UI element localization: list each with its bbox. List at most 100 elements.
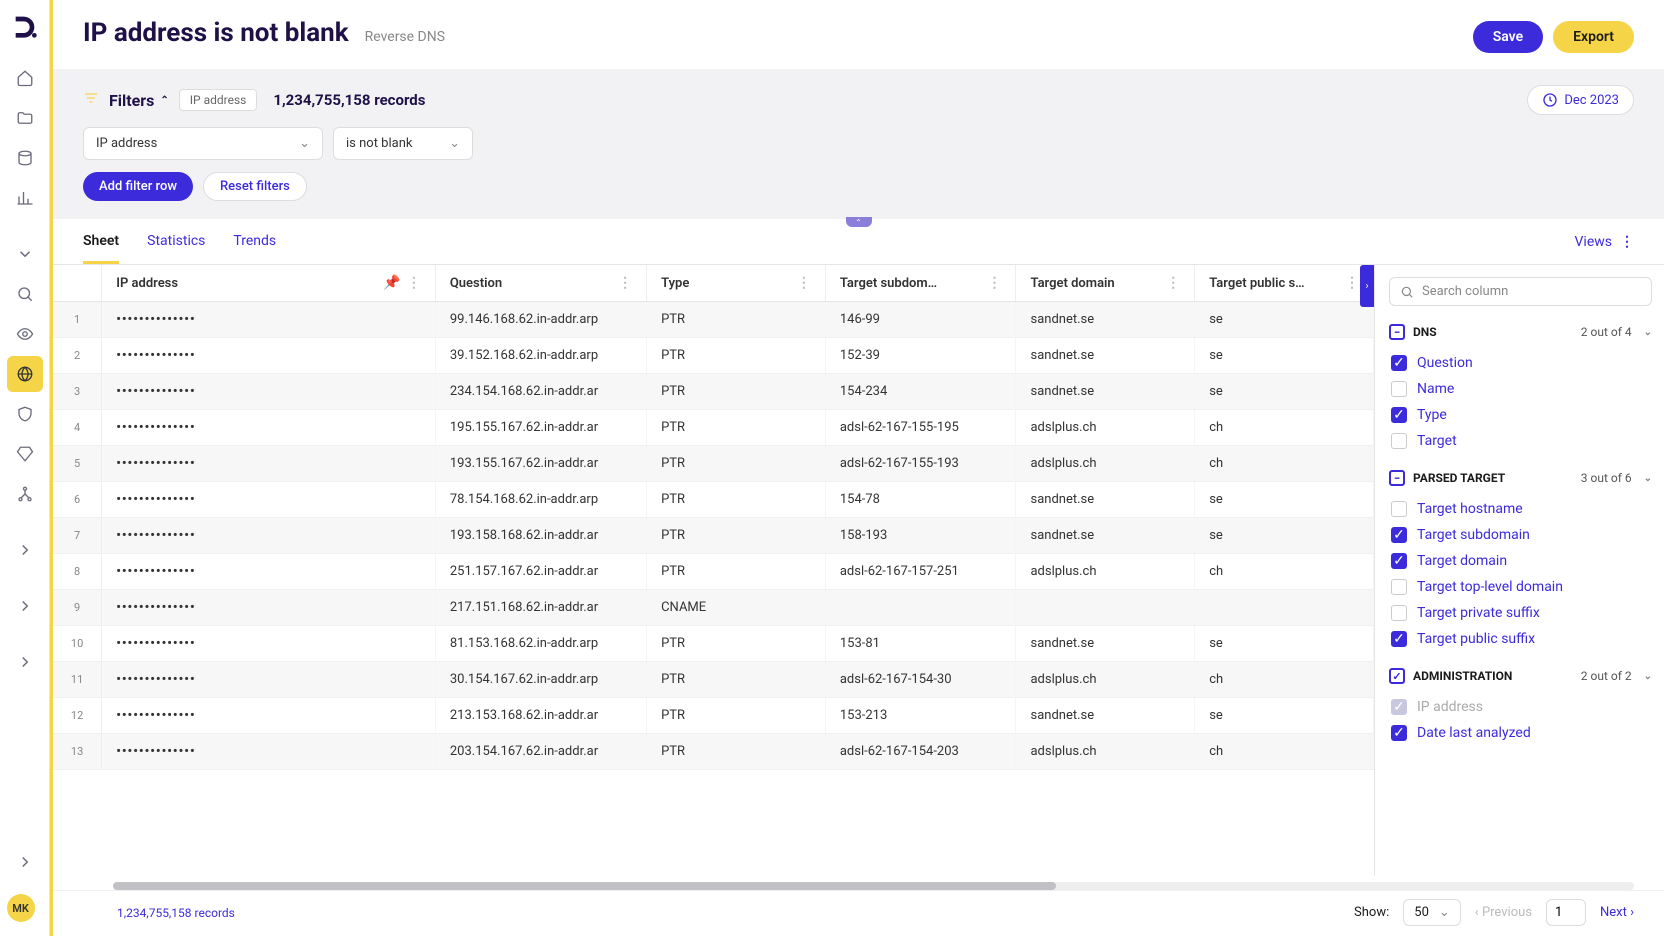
date-picker[interactable]: Dec 2023	[1527, 85, 1634, 115]
col-question[interactable]: Question⋮	[435, 265, 646, 302]
column-toggle-item[interactable]: ✓ Question	[1389, 350, 1652, 376]
chevron-right-icon[interactable]	[7, 844, 43, 880]
column-toggle-item[interactable]: ✓ Date last analyzed	[1389, 720, 1652, 746]
filter-icon	[83, 90, 99, 110]
horizontal-scrollbar[interactable]	[113, 882, 1634, 890]
panel-section-header[interactable]: ✓ ADMINISTRATION 2 out of 2 ⌄	[1389, 664, 1652, 688]
section-toggle-icon: −	[1389, 324, 1405, 340]
more-icon[interactable]: ⋮	[1166, 275, 1180, 291]
table-row[interactable]: 6 •••••••••••••• 78.154.168.62.in-addr.a…	[53, 482, 1374, 518]
section-toggle-icon: ✓	[1389, 668, 1405, 684]
expand-panel-tab[interactable]: ›	[1360, 265, 1374, 307]
column-label: Target top-level domain	[1417, 579, 1563, 595]
table-row[interactable]: 5 •••••••••••••• 193.155.167.62.in-addr.…	[53, 446, 1374, 482]
diamond-icon[interactable]	[7, 436, 43, 472]
record-count: 1,234,755,158 records	[273, 91, 425, 109]
column-toggle-item[interactable]: ✓ Target domain	[1389, 548, 1652, 574]
search-column-input[interactable]: Search column	[1389, 277, 1652, 306]
chevron-right-icon[interactable]	[7, 644, 43, 680]
more-icon[interactable]: ⋮	[797, 275, 811, 291]
folder-icon[interactable]	[7, 100, 43, 136]
pin-icon[interactable]: 📌	[383, 275, 400, 291]
network-icon[interactable]	[7, 476, 43, 512]
chevron-down-icon[interactable]	[7, 236, 43, 272]
table-row[interactable]: 13 •••••••••••••• 203.154.167.62.in-addr…	[53, 734, 1374, 770]
column-label: Date last analyzed	[1417, 725, 1531, 741]
column-toggle-item[interactable]: Target private suffix	[1389, 600, 1652, 626]
home-icon[interactable]	[7, 60, 43, 96]
clock-icon	[1542, 92, 1558, 108]
panel-section-header[interactable]: − PARSED TARGET 3 out of 6 ⌄	[1389, 466, 1652, 490]
add-filter-row-button[interactable]: Add filter row	[83, 172, 193, 201]
chevron-down-icon: ⌄	[1644, 327, 1652, 338]
table-row[interactable]: 12 •••••••••••••• 213.153.168.62.in-addr…	[53, 698, 1374, 734]
column-label: Type	[1417, 407, 1447, 423]
filters-toggle[interactable]: Filters ⌃	[109, 91, 169, 110]
more-icon[interactable]: ⋮	[618, 275, 632, 291]
avatar[interactable]: MK	[7, 894, 35, 922]
row-number: 5	[53, 446, 102, 482]
col-target-public-suffix[interactable]: Target public s…⋮	[1195, 265, 1374, 302]
cell-subdomain: 153-213	[825, 698, 1016, 734]
cell-suffix: se	[1195, 338, 1374, 374]
column-toggle-item[interactable]: ✓ Type	[1389, 402, 1652, 428]
save-button[interactable]: Save	[1473, 21, 1543, 53]
cell-question: 203.154.167.62.in-addr.ar	[435, 734, 646, 770]
more-icon[interactable]: ⋮	[1620, 234, 1634, 250]
column-toggle-item[interactable]: Target top-level domain	[1389, 574, 1652, 600]
column-toggle-item[interactable]: ✓ Target public suffix	[1389, 626, 1652, 652]
tab-sheet[interactable]: Sheet	[83, 219, 119, 264]
eye-icon[interactable]	[7, 316, 43, 352]
tab-trends[interactable]: Trends	[233, 219, 276, 264]
table-row[interactable]: 1 •••••••••••••• 99.146.168.62.in-addr.a…	[53, 302, 1374, 338]
table-row[interactable]: 4 •••••••••••••• 195.155.167.62.in-addr.…	[53, 410, 1374, 446]
column-label: Target private suffix	[1417, 605, 1540, 621]
filter-field-select[interactable]: IP address⌄	[83, 127, 323, 160]
cell-type: PTR	[647, 662, 826, 698]
export-button[interactable]: Export	[1553, 21, 1634, 53]
table-row[interactable]: 3 •••••••••••••• 234.154.168.62.in-addr.…	[53, 374, 1374, 410]
table-row[interactable]: 2 •••••••••••••• 39.152.168.62.in-addr.a…	[53, 338, 1374, 374]
more-icon[interactable]: ⋮	[987, 275, 1001, 291]
views-link[interactable]: Views	[1575, 234, 1613, 250]
globe-icon[interactable]	[7, 356, 43, 392]
table-row[interactable]: 7 •••••••••••••• 193.158.168.62.in-addr.…	[53, 518, 1374, 554]
database-icon[interactable]	[7, 140, 43, 176]
shield-icon[interactable]	[7, 396, 43, 432]
next-button[interactable]: Next ›	[1600, 905, 1634, 920]
column-toggle-item[interactable]: Target hostname	[1389, 496, 1652, 522]
tab-statistics[interactable]: Statistics	[147, 219, 205, 264]
chevron-right-icon[interactable]	[7, 532, 43, 568]
previous-button[interactable]: ‹ Previous	[1475, 905, 1532, 920]
cell-domain: sandnet.se	[1016, 626, 1195, 662]
table-row[interactable]: 9 •••••••••••••• 217.151.168.62.in-addr.…	[53, 590, 1374, 626]
col-target-subdomain[interactable]: Target subdom…⋮	[825, 265, 1016, 302]
cell-ip: ••••••••••••••	[102, 446, 436, 482]
panel-section: ✓ ADMINISTRATION 2 out of 2 ⌄ ✓ IP addre…	[1389, 664, 1652, 746]
chevron-right-icon[interactable]	[7, 588, 43, 624]
col-ip-address[interactable]: IP address📌⋮	[102, 265, 436, 302]
page-size-select[interactable]: 50⌄	[1403, 899, 1461, 926]
search-icon[interactable]	[7, 276, 43, 312]
table-row[interactable]: 10 •••••••••••••• 81.153.168.62.in-addr.…	[53, 626, 1374, 662]
reset-filters-button[interactable]: Reset filters	[203, 172, 307, 201]
column-toggle-item[interactable]: ✓ Target subdomain	[1389, 522, 1652, 548]
col-target-domain[interactable]: Target domain⋮	[1016, 265, 1195, 302]
cell-suffix: se	[1195, 698, 1374, 734]
table-row[interactable]: 8 •••••••••••••• 251.157.167.62.in-addr.…	[53, 554, 1374, 590]
table-row[interactable]: 11 •••••••••••••• 30.154.167.62.in-addr.…	[53, 662, 1374, 698]
cell-question: 39.152.168.62.in-addr.arp	[435, 338, 646, 374]
cell-question: 99.146.168.62.in-addr.arp	[435, 302, 646, 338]
more-icon[interactable]: ⋮	[1345, 275, 1359, 291]
filter-op-select[interactable]: is not blank⌄	[333, 127, 473, 160]
column-toggle-item[interactable]: Name	[1389, 376, 1652, 402]
col-type[interactable]: Type⋮	[647, 265, 826, 302]
chart-icon[interactable]	[7, 180, 43, 216]
column-toggle-item[interactable]: ✓ IP address	[1389, 694, 1652, 720]
cell-type: PTR	[647, 302, 826, 338]
page-input[interactable]	[1546, 899, 1586, 926]
more-icon[interactable]: ⋮	[407, 275, 421, 291]
panel-section-header[interactable]: − DNS 2 out of 4 ⌄	[1389, 320, 1652, 344]
column-toggle-item[interactable]: Target	[1389, 428, 1652, 454]
filter-chip[interactable]: IP address	[179, 89, 258, 111]
